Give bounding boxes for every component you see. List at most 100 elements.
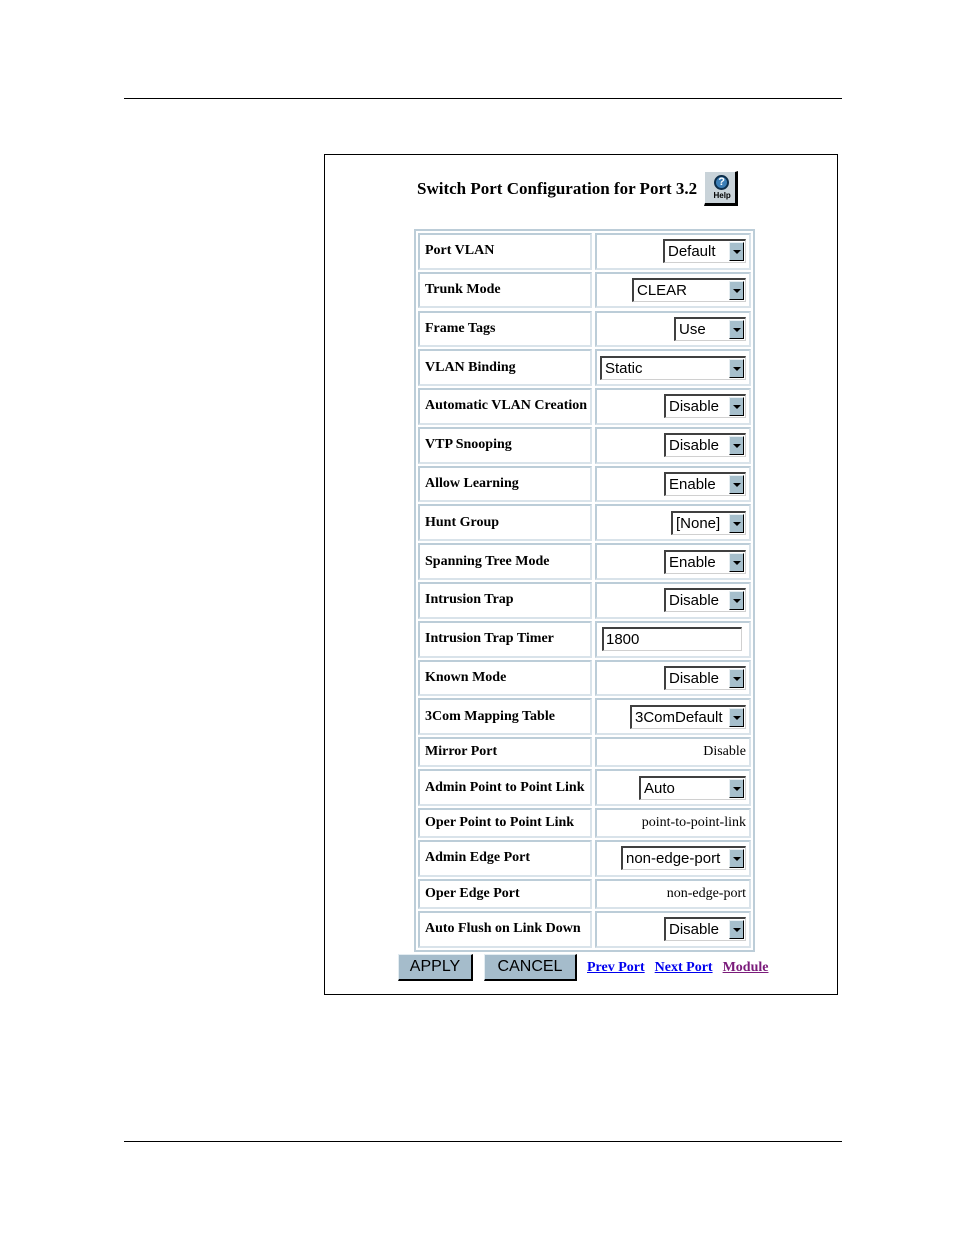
field-label: Oper Point to Point Link [418, 808, 592, 839]
trunk-mode-select[interactable]: CLEAR [632, 278, 746, 303]
mirror-port-value: Disable [703, 744, 746, 760]
cancel-button[interactable]: CANCEL [484, 954, 577, 981]
field-label: Known Mode [418, 659, 592, 697]
select-value: [None] [676, 514, 721, 532]
field-label: VLAN Binding [418, 349, 592, 387]
table-row: Spanning Tree Mode Enable [418, 543, 751, 580]
table-row: Intrusion Trap Disable [418, 582, 751, 619]
field-label: Auto Flush on Link Down [418, 911, 592, 948]
select-value: Disable [669, 592, 720, 610]
field-value-cell: Disable [595, 737, 751, 768]
prev-port-link[interactable]: Prev Port [587, 960, 645, 976]
dropdown-arrow-icon [729, 849, 744, 869]
field-label: Spanning Tree Mode [418, 543, 592, 580]
field-value-cell: Auto [595, 769, 751, 806]
select-value: Static [605, 359, 643, 377]
help-question-icon: ? [714, 175, 730, 190]
table-row: Automatic VLAN Creation Disable [418, 388, 751, 425]
field-value-cell: CLEAR [595, 271, 751, 309]
field-label: Port VLAN [418, 233, 592, 270]
table-row: Mirror Port Disable [418, 737, 751, 768]
field-value-cell: Default [595, 233, 751, 270]
dropdown-arrow-icon [729, 242, 744, 262]
port-vlan-select[interactable]: Default [663, 239, 746, 264]
field-label: Frame Tags [418, 310, 592, 348]
select-value: non-edge-port [626, 850, 721, 868]
dropdown-arrow-icon [729, 591, 744, 611]
mapping-table-select[interactable]: 3ComDefault [630, 704, 746, 729]
auto-flush-on-link-down-select[interactable]: Disable [664, 917, 746, 942]
page-header-rule [124, 98, 842, 99]
table-row: Allow Learning Enable [418, 465, 751, 503]
select-value: CLEAR [637, 282, 688, 300]
field-label: Allow Learning [418, 465, 592, 503]
field-value-cell: Disable [595, 426, 751, 464]
next-port-link[interactable]: Next Port [655, 960, 713, 976]
field-value-cell: point-to-point-link [595, 808, 751, 839]
known-mode-select[interactable]: Disable [664, 665, 746, 690]
page-title: Switch Port Configuration for Port 3.2 [417, 178, 698, 198]
intrusion-trap-select[interactable]: Disable [664, 588, 746, 613]
dropdown-arrow-icon [729, 319, 744, 339]
dropdown-arrow-icon [729, 397, 744, 417]
hunt-group-select[interactable]: [None] [671, 510, 746, 535]
field-value-cell: Enable [595, 465, 751, 503]
table-row: Admin Edge Port non-edge-port [418, 840, 751, 877]
intrusion-trap-timer-input[interactable] [602, 627, 742, 652]
table-row: Hunt Group [None] [418, 504, 751, 542]
select-value: 3ComDefault [635, 708, 723, 726]
switch-port-config-panel: Switch Port Configuration for Port 3.2 ?… [324, 154, 838, 995]
table-row: VTP Snooping Disable [418, 426, 751, 464]
field-label: Trunk Mode [418, 271, 592, 309]
dropdown-arrow-icon [729, 920, 744, 940]
table-row: Oper Edge Port non-edge-port [418, 878, 751, 909]
field-label: 3Com Mapping Table [418, 698, 592, 736]
table-row: Known Mode Disable [418, 659, 751, 697]
dropdown-arrow-icon [729, 513, 744, 533]
field-value-cell: Use [595, 310, 751, 348]
action-bar: APPLY CANCEL Prev Port Next Port Module [398, 954, 768, 981]
vtp-snooping-select[interactable]: Disable [664, 433, 746, 458]
apply-button[interactable]: APPLY [398, 954, 473, 981]
dropdown-arrow-icon [729, 668, 744, 688]
help-button[interactable]: ? Help [704, 171, 739, 206]
module-link[interactable]: Module [723, 960, 769, 976]
field-label: Automatic VLAN Creation [418, 388, 592, 425]
table-row: Auto Flush on Link Down Disable [418, 911, 751, 948]
allow-learning-select[interactable]: Enable [664, 472, 746, 497]
page-footer-rule [124, 1141, 842, 1142]
select-value: Disable [669, 398, 720, 416]
dropdown-arrow-icon [729, 552, 744, 572]
table-row: Frame Tags Use [418, 310, 751, 348]
dropdown-arrow-icon [729, 281, 744, 301]
table-row: Intrusion Trap Timer [418, 620, 751, 658]
spanning-tree-mode-select[interactable]: Enable [664, 549, 746, 574]
select-value: Enable [669, 476, 716, 494]
oper-edge-port-value: non-edge-port [666, 885, 746, 901]
vlan-binding-select[interactable]: Static [600, 355, 746, 380]
field-label: Mirror Port [418, 737, 592, 768]
field-value-cell: Disable [595, 388, 751, 425]
field-label: VTP Snooping [418, 426, 592, 464]
field-label: Admin Point to Point Link [418, 769, 592, 806]
automatic-vlan-creation-select[interactable]: Disable [664, 394, 746, 419]
admin-edge-port-select[interactable]: non-edge-port [621, 846, 746, 871]
frame-tags-select[interactable]: Use [674, 316, 746, 341]
dropdown-arrow-icon [729, 475, 744, 495]
help-button-label: Help [713, 191, 731, 200]
dropdown-arrow-icon [729, 358, 744, 378]
dropdown-arrow-icon [729, 707, 744, 727]
field-value-cell: Static [595, 349, 751, 387]
select-value: Auto [644, 779, 675, 797]
admin-point-to-point-link-select[interactable]: Auto [639, 775, 746, 800]
table-row: Port VLAN Default [418, 233, 751, 270]
field-label: Hunt Group [418, 504, 592, 542]
field-value-cell: Disable [595, 911, 751, 948]
field-value-cell [595, 620, 751, 658]
select-value: Use [679, 320, 706, 338]
field-label: Admin Edge Port [418, 840, 592, 877]
select-value: Disable [669, 437, 720, 455]
dropdown-arrow-icon [729, 778, 744, 798]
field-label: Oper Edge Port [418, 878, 592, 909]
field-value-cell: Enable [595, 543, 751, 580]
